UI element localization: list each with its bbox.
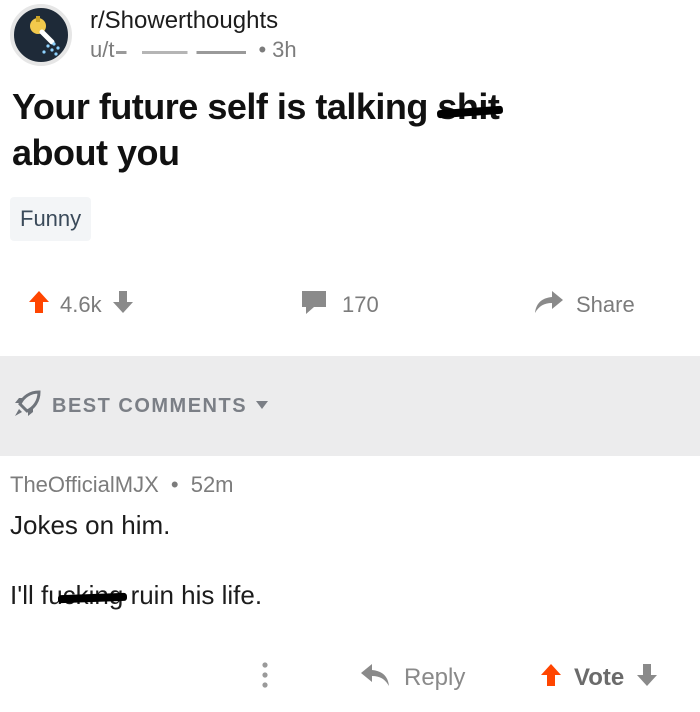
byline-separator: • (258, 37, 267, 62)
more-options-button[interactable] (260, 655, 270, 701)
share-icon (534, 290, 564, 320)
post-title-main: Your future self is talking (12, 86, 438, 127)
share-button[interactable]: Share (534, 282, 635, 328)
more-icon (260, 660, 270, 697)
downvote-icon[interactable] (112, 290, 134, 320)
comment-icon (300, 289, 328, 321)
comment-line-2: I'll fucking ruin his life. (10, 578, 690, 612)
username-redaction (116, 50, 247, 54)
caret-down-icon (255, 397, 269, 415)
vote-group: 4.6k (28, 282, 134, 328)
subreddit-name[interactable]: r/Showerthoughts (90, 6, 297, 36)
reply-icon (360, 663, 390, 694)
sort-label: BEST COMMENTS (52, 394, 248, 417)
comment-vote-group: Vote (540, 655, 658, 701)
share-label: Share (576, 292, 635, 317)
comment-line-2-end: ruin his life. (123, 580, 263, 610)
comment-censored-word: ucking (48, 578, 128, 612)
comment-action-bar: Reply Vote (0, 655, 700, 701)
comment-separator: • (170, 472, 179, 497)
vote-score: 4.6k (60, 292, 102, 317)
comment-author[interactable]: TheOfficialMJX (10, 472, 159, 497)
post-age: 3h (272, 37, 297, 62)
post-action-bar: 4.6k 170 Share (0, 282, 700, 328)
post-byline: u/t • 3h (90, 36, 297, 64)
comment-count: 170 (342, 292, 379, 317)
post-meta: r/Showerthoughts u/t • 3h (90, 6, 297, 64)
comment-line-2-start: I'll f (10, 580, 49, 610)
subreddit-avatar-icon[interactable] (10, 4, 72, 66)
username[interactable]: u/t (90, 36, 114, 64)
post-title[interactable]: Your future self is talking shit about y… (12, 84, 652, 176)
post-title-end: about you (12, 132, 180, 173)
post-header: r/Showerthoughts u/t • 3h (10, 2, 297, 68)
reply-button[interactable]: Reply (360, 655, 465, 701)
post-flair[interactable]: Funny (10, 197, 92, 241)
reply-label: Reply (404, 664, 466, 691)
upvote-icon[interactable] (28, 290, 50, 320)
comment-upvote-icon[interactable] (540, 663, 562, 694)
comment-sort-bar[interactable]: BEST COMMENTS (0, 356, 700, 456)
vote-label: Vote (574, 664, 625, 691)
comment-downvote-icon[interactable] (636, 663, 658, 694)
rocket-icon (12, 389, 42, 424)
comment: TheOfficialMJX • 52m Jokes on him. I'll … (10, 470, 690, 612)
comments-button[interactable]: 170 (300, 282, 379, 328)
comment-line-1: Jokes on him. (10, 510, 171, 540)
censored-word: shit (437, 84, 504, 130)
comment-age: 52m (190, 472, 234, 497)
comment-meta: TheOfficialMJX • 52m (10, 470, 690, 500)
